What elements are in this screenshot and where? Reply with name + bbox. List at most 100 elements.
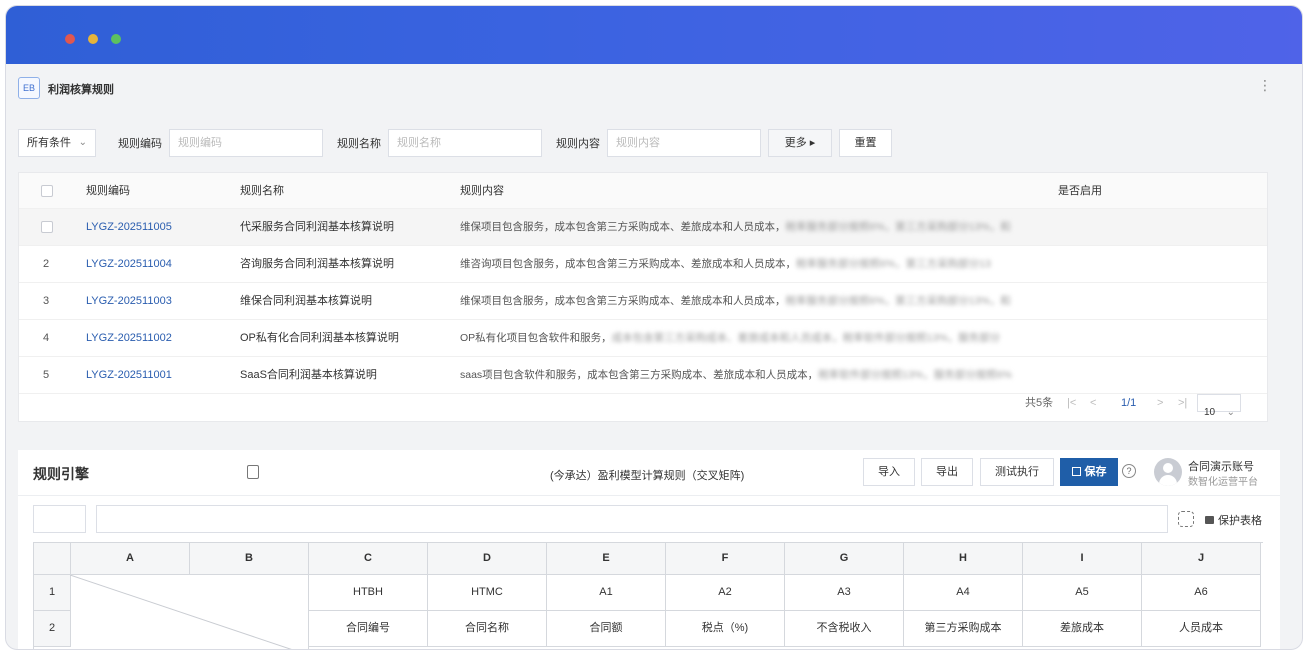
more-vertical-icon[interactable]: ⋮ — [1258, 78, 1272, 92]
minimize-window-icon[interactable] — [88, 34, 98, 44]
cell-reference-input[interactable] — [33, 505, 86, 533]
prev-page-button[interactable]: < — [1090, 385, 1096, 421]
rule-engine-panel: 规则引擎 (今承达）盈利模型计算规则（交叉矩阵) 导入 导出 测试执行 保存 ?… — [18, 450, 1280, 649]
column-header[interactable]: J — [1142, 543, 1261, 575]
pagination: 共5条 |< < 1/1 > >| 10 ⌄ — [1025, 385, 1255, 421]
column-header[interactable]: H — [904, 543, 1023, 575]
table-row[interactable]: 4 LYGZ-202511002 OP私有化合同利润基本核算说明 OP私有化项目… — [19, 320, 1267, 357]
column-header[interactable]: A — [71, 543, 190, 575]
grid-cell[interactable]: A1 — [547, 575, 666, 611]
rule-content-visible: saas项目包含软件和服务，成本包含第三方采购成本、差旅成本和人员成本， — [460, 369, 819, 381]
chevron-down-icon: ⌄ — [78, 137, 87, 148]
save-button-label: 保存 — [1084, 466, 1107, 478]
column-header[interactable]: F — [666, 543, 785, 575]
rule-content-blurred: 税率服务部分按照6%，第三方采购部分13 — [796, 258, 991, 270]
grid-cell[interactable]: 差旅成本 — [1023, 611, 1142, 647]
page-size-select[interactable]: 10 ⌄ — [1197, 394, 1241, 418]
rule-name-input[interactable]: 规则名称 — [388, 129, 542, 157]
rule-name: 维保合同利润基本核算说明 — [240, 295, 372, 307]
row-checkbox[interactable] — [41, 221, 53, 233]
column-header[interactable]: G — [785, 543, 904, 575]
rule-content: 维保项目包含服务，成本包含第三方采购成本、差旅成本和人员成本，税率服务部分按照6… — [460, 283, 1040, 319]
protect-sheet-toggle[interactable]: 保护表格 — [1205, 512, 1262, 528]
rule-engine-title: 规则引擎 — [33, 466, 89, 482]
grid-cell[interactable]: A3 — [785, 575, 904, 611]
table-row[interactable]: 2 LYGZ-202511004 咨询服务合同利润基本核算说明 维咨询项目包含服… — [19, 246, 1267, 283]
grid-cell[interactable]: 合同额 — [547, 611, 666, 647]
grid-cell[interactable]: HTBH — [309, 575, 428, 611]
reset-button[interactable]: 重置 — [839, 129, 892, 157]
formula-input[interactable] — [96, 505, 1168, 533]
rule-code-input[interactable]: 规则编码 — [169, 129, 323, 157]
column-header[interactable]: B — [190, 543, 309, 575]
next-page-button[interactable]: > — [1157, 385, 1163, 421]
rule-content: OP私有化项目包含软件和服务，成本包含第三方采购成本、差旅成本和人员成本，税率软… — [460, 320, 1040, 356]
avatar[interactable] — [1154, 458, 1182, 486]
table-row[interactable]: LYGZ-202511005 代采服务合同利润基本核算说明 维保项目包含服务，成… — [19, 209, 1267, 246]
rule-content-visible: OP私有化项目包含软件和服务， — [460, 332, 612, 344]
grid-cell[interactable]: 合同名称 — [428, 611, 547, 647]
column-header[interactable]: C — [309, 543, 428, 575]
rule-content-input[interactable]: 规则内容 — [607, 129, 761, 157]
app-window: EB 利润核算规则 ⋮ 所有条件 ⌄ 规则编码 规则编码 规则名称 规则名称 规… — [5, 5, 1303, 650]
maximize-window-icon[interactable] — [111, 34, 121, 44]
total-count: 共5条 — [1025, 397, 1054, 409]
refresh-icon[interactable] — [1178, 511, 1194, 527]
help-icon[interactable]: ? — [1122, 464, 1136, 478]
rule-code-label: 规则编码 — [118, 138, 162, 150]
row-header[interactable]: 1 — [34, 575, 71, 611]
close-window-icon[interactable] — [65, 34, 75, 44]
rule-content: 维保项目包含服务，成本包含第三方采购成本、差旅成本和人员成本，税率服务部分按照6… — [460, 209, 1040, 245]
rule-name: 咨询服务合同利润基本核算说明 — [240, 258, 394, 270]
grid-cell[interactable]: 合同编号 — [309, 611, 428, 647]
rule-code-link[interactable]: LYGZ-202511001 — [86, 357, 172, 393]
test-run-button[interactable]: 测试执行 — [980, 458, 1054, 486]
rule-code-link[interactable]: LYGZ-202511002 — [86, 320, 172, 356]
page-title: 利润核算规则 — [48, 84, 114, 96]
grid-cell[interactable]: HTMC — [428, 575, 547, 611]
more-filters-button[interactable]: 更多 ▸ — [768, 129, 832, 157]
rule-content: saas项目包含软件和服务，成本包含第三方采购成本、差旅成本和人员成本，税率软件… — [460, 357, 1040, 393]
export-button[interactable]: 导出 — [921, 458, 973, 486]
rule-code-link[interactable]: LYGZ-202511005 — [86, 209, 172, 245]
file-settings-icon[interactable] — [247, 465, 259, 479]
spreadsheet-grid: A B C D E F G H I J 1 2 HTBH HTMC A1 A2 … — [33, 542, 1263, 649]
save-icon — [1071, 467, 1081, 476]
first-page-button[interactable]: |< — [1067, 385, 1076, 421]
window-titlebar — [6, 6, 1302, 64]
select-all-checkbox[interactable] — [41, 185, 53, 197]
grid-cell[interactable]: A2 — [666, 575, 785, 611]
lock-icon — [1205, 516, 1214, 524]
save-button[interactable]: 保存 — [1060, 458, 1118, 486]
last-page-button[interactable]: >| — [1178, 385, 1187, 421]
app-logo: EB — [18, 77, 40, 99]
column-header-name: 规则名称 — [240, 185, 284, 197]
column-header[interactable]: E — [547, 543, 666, 575]
grid-corner — [34, 543, 71, 575]
grid-cell[interactable]: 税点（%) — [666, 611, 785, 647]
row-header[interactable]: 2 — [34, 611, 71, 647]
row-index: 5 — [43, 369, 50, 381]
import-button[interactable]: 导入 — [863, 458, 915, 486]
grid-cell[interactable]: 人员成本 — [1142, 611, 1261, 647]
row-index: 4 — [43, 332, 50, 344]
grid-cell[interactable]: 第三方采购成本 — [904, 611, 1023, 647]
column-header-code: 规则编码 — [86, 185, 130, 197]
rule-content-visible: 维保项目包含服务，成本包含第三方采购成本、差旅成本和人员成本， — [460, 221, 786, 233]
rule-name: 代采服务合同利润基本核算说明 — [240, 221, 394, 233]
grid-cell[interactable]: A4 — [904, 575, 1023, 611]
grid-cell[interactable]: A6 — [1142, 575, 1261, 611]
table-header-row: 规则编码 规则名称 规则内容 是否启用 — [19, 173, 1267, 209]
column-header[interactable]: D — [428, 543, 547, 575]
grid-cell[interactable]: 不含税收入 — [785, 611, 904, 647]
grid-cell[interactable]: A5 — [1023, 575, 1142, 611]
column-header-content: 规则内容 — [460, 185, 504, 197]
rule-code-link[interactable]: LYGZ-202511004 — [86, 246, 172, 282]
column-header[interactable]: I — [1023, 543, 1142, 575]
table-row[interactable]: 3 LYGZ-202511003 维保合同利润基本核算说明 维保项目包含服务，成… — [19, 283, 1267, 320]
condition-scope-select[interactable]: 所有条件 ⌄ — [18, 129, 96, 157]
rule-code-link[interactable]: LYGZ-202511003 — [86, 283, 172, 319]
account-org: 数智化运营平台 — [1188, 477, 1258, 488]
row-index: 2 — [43, 258, 50, 270]
rule-name: OP私有化合同利润基本核算说明 — [240, 332, 399, 344]
